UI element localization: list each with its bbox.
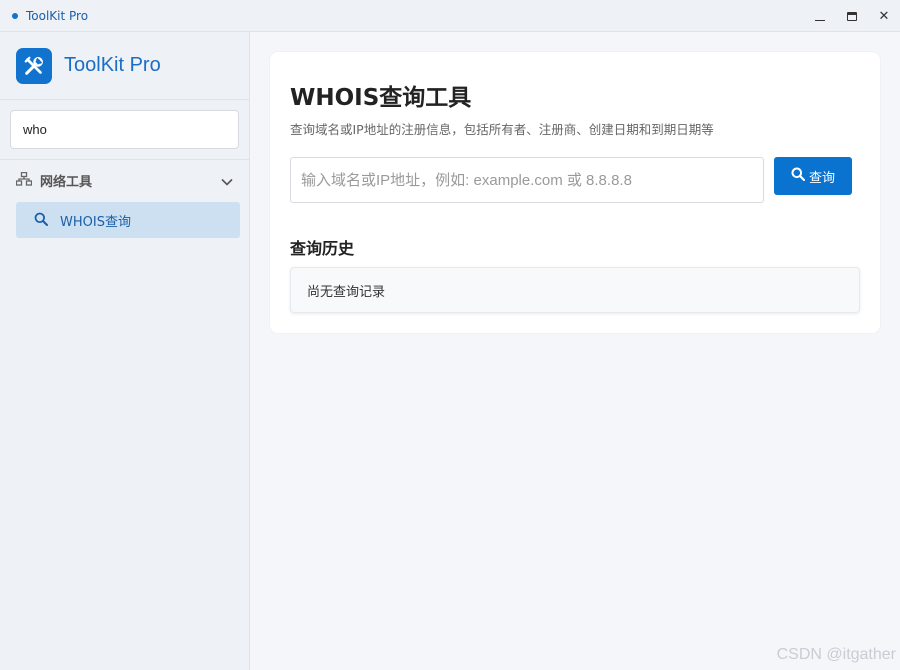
sidebar-group-label: 网络工具 bbox=[40, 174, 93, 190]
query-button[interactable]: 查询 bbox=[774, 157, 852, 195]
sidebar-group-network-tools[interactable]: 网络工具 bbox=[0, 160, 249, 200]
sidebar: ToolKit Pro 网络工具 WHOIS查询 bbox=[0, 32, 250, 670]
page-description: 查询域名或IP地址的注册信息，包括所有者、注册商、创建日期和到期日期等 bbox=[290, 122, 714, 137]
brand: ToolKit Pro bbox=[0, 32, 249, 100]
domain-input[interactable] bbox=[290, 157, 764, 203]
watermark: CSDN @itgather bbox=[776, 646, 896, 663]
app-dot-icon bbox=[12, 12, 18, 19]
window-title: ToolKit Pro bbox=[26, 8, 89, 23]
close-button[interactable]: ✕ bbox=[868, 0, 900, 32]
sidebar-search bbox=[0, 100, 249, 160]
minimize-icon bbox=[815, 19, 825, 21]
tools-logo-icon bbox=[16, 47, 52, 84]
history-title: 查询历史 bbox=[290, 239, 355, 258]
brand-name: ToolKit Pro bbox=[64, 54, 161, 76]
query-button-label: 查询 bbox=[808, 170, 835, 186]
title-bar: ToolKit Pro ✕ bbox=[0, 0, 900, 32]
sidebar-item-whois[interactable]: WHOIS查询 bbox=[16, 202, 240, 238]
search-icon bbox=[791, 167, 806, 185]
maximize-icon bbox=[847, 11, 857, 21]
minimize-button[interactable] bbox=[804, 0, 836, 32]
chevron-down-icon bbox=[221, 171, 233, 190]
window-controls: ✕ bbox=[804, 0, 900, 32]
maximize-button[interactable] bbox=[836, 0, 868, 32]
history-list: 尚无查询记录 bbox=[290, 267, 860, 313]
sidebar-item-label: WHOIS查询 bbox=[60, 214, 131, 230]
search-icon bbox=[34, 211, 48, 230]
close-icon: ✕ bbox=[878, 8, 890, 24]
page-title: WHOIS查询工具 bbox=[290, 85, 472, 111]
history-empty-text: 尚无查询记录 bbox=[307, 284, 386, 300]
whois-card: WHOIS查询工具 查询域名或IP地址的注册信息，包括所有者、注册商、创建日期和… bbox=[270, 52, 880, 333]
network-icon bbox=[15, 171, 33, 190]
tool-search-input[interactable] bbox=[10, 110, 239, 149]
